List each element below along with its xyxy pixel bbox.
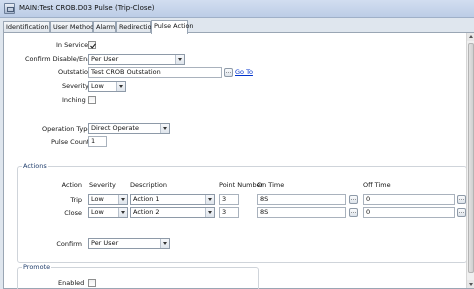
chevron-down-icon [160,239,169,248]
outstation-browse-button[interactable]: ... [224,68,233,77]
close-off-time-browse-button[interactable]: ... [457,208,466,217]
pulse-count-field[interactable]: 1 [88,136,107,147]
trip-off-time-field[interactable]: 0 [363,194,455,205]
title-bar: MAIN:Test CROB.D03 Pulse (Trip-Close) [0,0,474,18]
trip-severity-select[interactable]: Low [88,194,128,205]
trip-on-time-field[interactable]: 8S [257,194,346,205]
chevron-down-icon [175,55,184,64]
actions-confirm-select[interactable]: Per User [88,238,170,249]
actions-group-title: Actions [22,162,48,170]
actions-header-action: Action [61,181,82,189]
actions-header-description: Description [130,181,168,189]
severity-value: Low [91,82,104,90]
trip-off-time-browse-button[interactable]: ... [457,195,466,204]
trip-description-select[interactable]: Action 1 [130,194,215,205]
severity-label: Severity [62,82,89,90]
checkmark-icon [90,43,96,49]
scroll-up-icon[interactable] [467,33,474,41]
close-description-select[interactable]: Action 2 [130,207,215,218]
trip-point-number-field[interactable]: 3 [219,194,239,205]
scroll-down-icon[interactable] [467,280,474,288]
close-on-time-browse-button[interactable]: ... [349,208,358,217]
close-severity-value: Low [91,208,104,216]
close-action-label: Close [64,209,82,217]
actions-header-on-time: On Time [257,181,285,189]
in-service-label: In Service [56,41,89,49]
chevron-down-icon [160,124,169,133]
trip-action-label: Trip [70,196,82,204]
in-service-checkbox[interactable] [88,41,96,49]
close-description-value: Action 2 [133,208,160,216]
pulse-action-panel: In Service Confirm Disable/Enable Per Us… [3,32,474,289]
trip-description-value: Action 1 [133,195,160,203]
chevron-down-icon [116,82,125,91]
operation-type-select[interactable]: Direct Operate [88,123,170,134]
operation-type-value: Direct Operate [91,124,139,132]
close-on-time-field[interactable]: 8S [257,207,346,218]
actions-header-off-time: Off Time [363,181,391,189]
scroll-thumb[interactable] [468,43,474,273]
close-point-number-field[interactable]: 3 [219,207,239,218]
actions-header-severity: Severity [89,181,116,189]
inching-label: Inching [62,96,86,104]
vertical-scrollbar[interactable] [466,33,474,288]
actions-confirm-value: Per User [91,239,119,247]
close-off-time-field[interactable]: 0 [363,207,455,218]
dialog-window: MAIN:Test CROB.D03 Pulse (Trip-Close) Id… [0,0,474,289]
confirm-disable-enable-value: Per User [91,55,119,63]
close-severity-select[interactable]: Low [88,207,128,218]
promote-group-title: Promote [22,263,52,271]
tab-pulse-action[interactable]: Pulse Action [151,20,194,34]
inching-checkbox[interactable] [88,96,96,104]
trip-severity-value: Low [91,195,104,203]
promote-enabled-checkbox[interactable] [88,279,96,287]
actions-confirm-label: Confirm [56,240,82,248]
goto-link[interactable]: Go To [235,68,253,76]
chevron-down-icon [118,208,127,217]
severity-select[interactable]: Low [88,81,126,92]
operation-type-label: Operation Type [42,125,92,133]
chevron-down-icon [205,195,214,204]
promote-enabled-label: Enabled [58,279,85,287]
window-icon [4,3,15,14]
chevron-down-icon [205,208,214,217]
pulse-count-label: Pulse Count [51,138,90,146]
window-title: MAIN:Test CROB.D03 Pulse (Trip-Close) [19,4,155,12]
chevron-down-icon [118,195,127,204]
trip-on-time-browse-button[interactable]: ... [349,195,358,204]
outstation-field[interactable]: Test CROB Outstation [88,67,222,78]
promote-group: Promote [17,263,259,289]
confirm-disable-enable-select[interactable]: Per User [88,54,185,65]
